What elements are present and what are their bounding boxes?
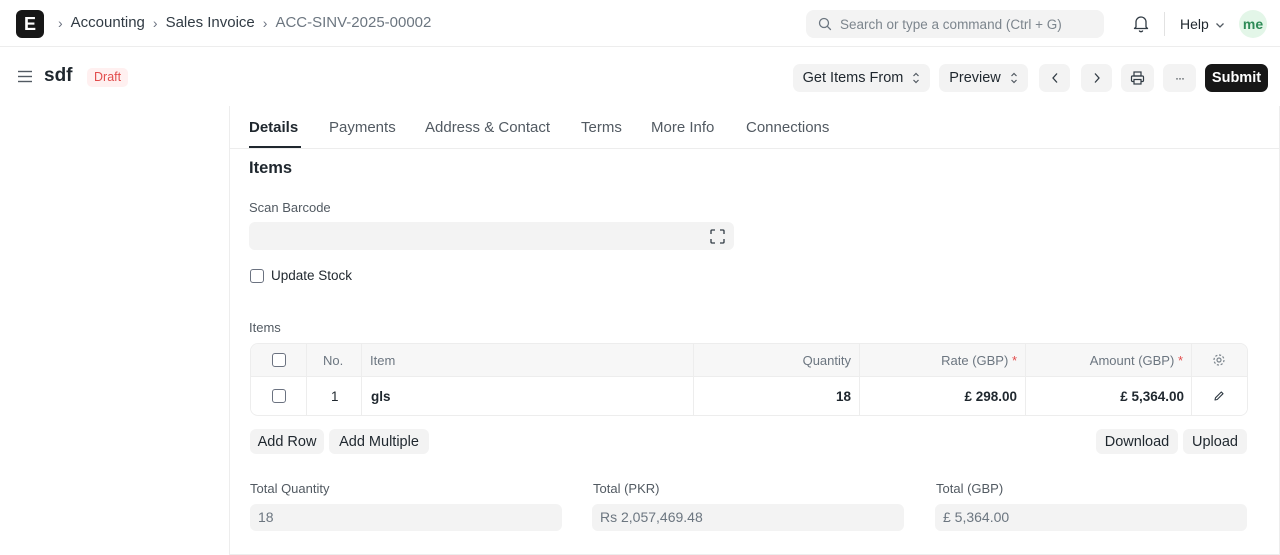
help-label: Help <box>1180 16 1209 32</box>
barcode-scan-icon[interactable] <box>710 229 725 244</box>
tab-connections[interactable]: Connections <box>746 119 829 136</box>
table-header: No. Item Quantity Rate (GBP) * Amount (G… <box>251 344 1247 377</box>
column-header-quantity: Quantity <box>802 353 851 368</box>
app-logo[interactable]: E <box>16 10 44 38</box>
total-gbp-field: £ 5,364.00 <box>935 504 1247 531</box>
add-row-button[interactable]: Add Row <box>250 429 324 454</box>
chevron-right-icon: › <box>152 14 158 31</box>
column-divider <box>1025 344 1026 415</box>
tab-payments[interactable]: Payments <box>329 119 396 136</box>
scan-barcode-label: Scan Barcode <box>249 200 331 215</box>
chevron-right-icon: › <box>262 14 268 31</box>
page-title: sdf <box>44 65 73 86</box>
rate-header-text: Rate (GBP) <box>941 353 1009 368</box>
edit-pencil-icon[interactable] <box>1213 390 1225 402</box>
navbar-divider <box>1164 12 1165 36</box>
top-navbar: E › Accounting › Sales Invoice › ACC-SIN… <box>0 0 1280 47</box>
previous-doc-button[interactable] <box>1039 64 1070 92</box>
row-number: 1 <box>331 389 339 404</box>
form-tabs: Details Payments Address & Contact Terms… <box>230 106 1280 149</box>
scan-barcode-input[interactable] <box>249 222 734 250</box>
upload-button[interactable]: Upload <box>1183 429 1247 454</box>
sidebar-toggle-icon[interactable] <box>17 70 33 83</box>
form-card: Details Payments Address & Contact Terms… <box>229 106 1280 555</box>
amount-header-text: Amount (GBP) <box>1089 353 1175 368</box>
search-icon <box>818 17 832 31</box>
column-header-rate: Rate (GBP) * <box>941 353 1017 368</box>
notification-bell-icon[interactable] <box>1132 14 1150 33</box>
items-table-label: Items <box>249 320 281 335</box>
tab-more-info[interactable]: More Info <box>651 119 714 136</box>
column-header-no: No. <box>323 353 344 368</box>
update-stock-label: Update Stock <box>271 268 353 283</box>
row-amount[interactable]: £ 5,364.00 <box>1120 389 1184 404</box>
get-items-from-label: Get Items From <box>802 70 904 86</box>
user-avatar[interactable]: me <box>1239 10 1267 38</box>
submit-button[interactable]: Submit <box>1205 64 1268 92</box>
get-items-from-button[interactable]: Get Items From <box>793 64 930 92</box>
add-multiple-button[interactable]: Add Multiple <box>329 429 429 454</box>
tab-address-contact[interactable]: Address & Contact <box>425 119 550 136</box>
search-input[interactable] <box>840 16 1090 32</box>
select-all-checkbox[interactable] <box>272 353 286 367</box>
page-head: sdf Draft Get Items From Preview ··· Sub… <box>0 48 1280 106</box>
ellipsis-icon: ··· <box>1175 71 1185 85</box>
total-pkr-field: Rs 2,057,469.48 <box>592 504 904 531</box>
preview-label: Preview <box>949 70 1001 86</box>
column-settings-gear-icon[interactable] <box>1212 353 1226 367</box>
row-select-checkbox[interactable] <box>272 389 286 403</box>
items-table: No. Item Quantity Rate (GBP) * Amount (G… <box>250 343 1248 416</box>
breadcrumb-sales-invoice[interactable]: Sales Invoice <box>166 14 255 31</box>
breadcrumb-accounting[interactable]: Accounting <box>71 14 145 31</box>
chevron-left-icon <box>1051 73 1057 83</box>
row-rate[interactable]: £ 298.00 <box>964 389 1017 404</box>
chevron-right-icon <box>1094 73 1100 83</box>
more-actions-button[interactable]: ··· <box>1163 64 1196 92</box>
tab-details[interactable]: Details <box>249 119 298 136</box>
printer-icon <box>1130 71 1145 85</box>
row-item-code[interactable]: gls <box>371 389 391 404</box>
column-divider <box>306 344 307 415</box>
column-divider <box>859 344 860 415</box>
column-header-amount: Amount (GBP) * <box>1090 353 1183 368</box>
column-divider <box>693 344 694 415</box>
tab-terms[interactable]: Terms <box>581 119 622 136</box>
section-title: Items <box>249 159 293 177</box>
up-down-chevron-icon <box>913 72 920 84</box>
total-pkr-label: Total (PKR) <box>593 481 660 496</box>
column-header-item: Item <box>370 353 396 368</box>
active-tab-indicator <box>249 146 301 148</box>
preview-button[interactable]: Preview <box>939 64 1028 92</box>
help-dropdown[interactable]: Help <box>1180 16 1225 32</box>
total-quantity-field: 18 <box>250 504 562 531</box>
column-divider <box>1191 344 1192 415</box>
required-asterisk: * <box>1177 353 1183 368</box>
status-badge: Draft <box>87 68 129 87</box>
chevron-down-icon <box>1215 16 1225 32</box>
next-doc-button[interactable] <box>1081 64 1112 92</box>
awesomebar-search[interactable] <box>806 10 1104 38</box>
row-quantity[interactable]: 18 <box>836 389 851 404</box>
breadcrumb-current-doc[interactable]: ACC-SINV-2025-00002 <box>275 14 431 31</box>
print-button[interactable] <box>1121 64 1154 92</box>
column-divider <box>361 344 362 415</box>
required-asterisk: * <box>1011 353 1017 368</box>
breadcrumb: › Accounting › Sales Invoice › ACC-SINV-… <box>58 14 431 31</box>
total-quantity-label: Total Quantity <box>250 481 330 496</box>
chevron-right-icon: › <box>58 14 63 31</box>
table-row[interactable]: 1 gls 18 £ 298.00 £ 5,364.00 <box>251 377 1247 415</box>
total-gbp-label: Total (GBP) <box>936 481 1004 496</box>
update-stock-checkbox[interactable] <box>250 269 264 283</box>
download-button[interactable]: Download <box>1096 429 1178 454</box>
up-down-chevron-icon <box>1010 72 1017 84</box>
